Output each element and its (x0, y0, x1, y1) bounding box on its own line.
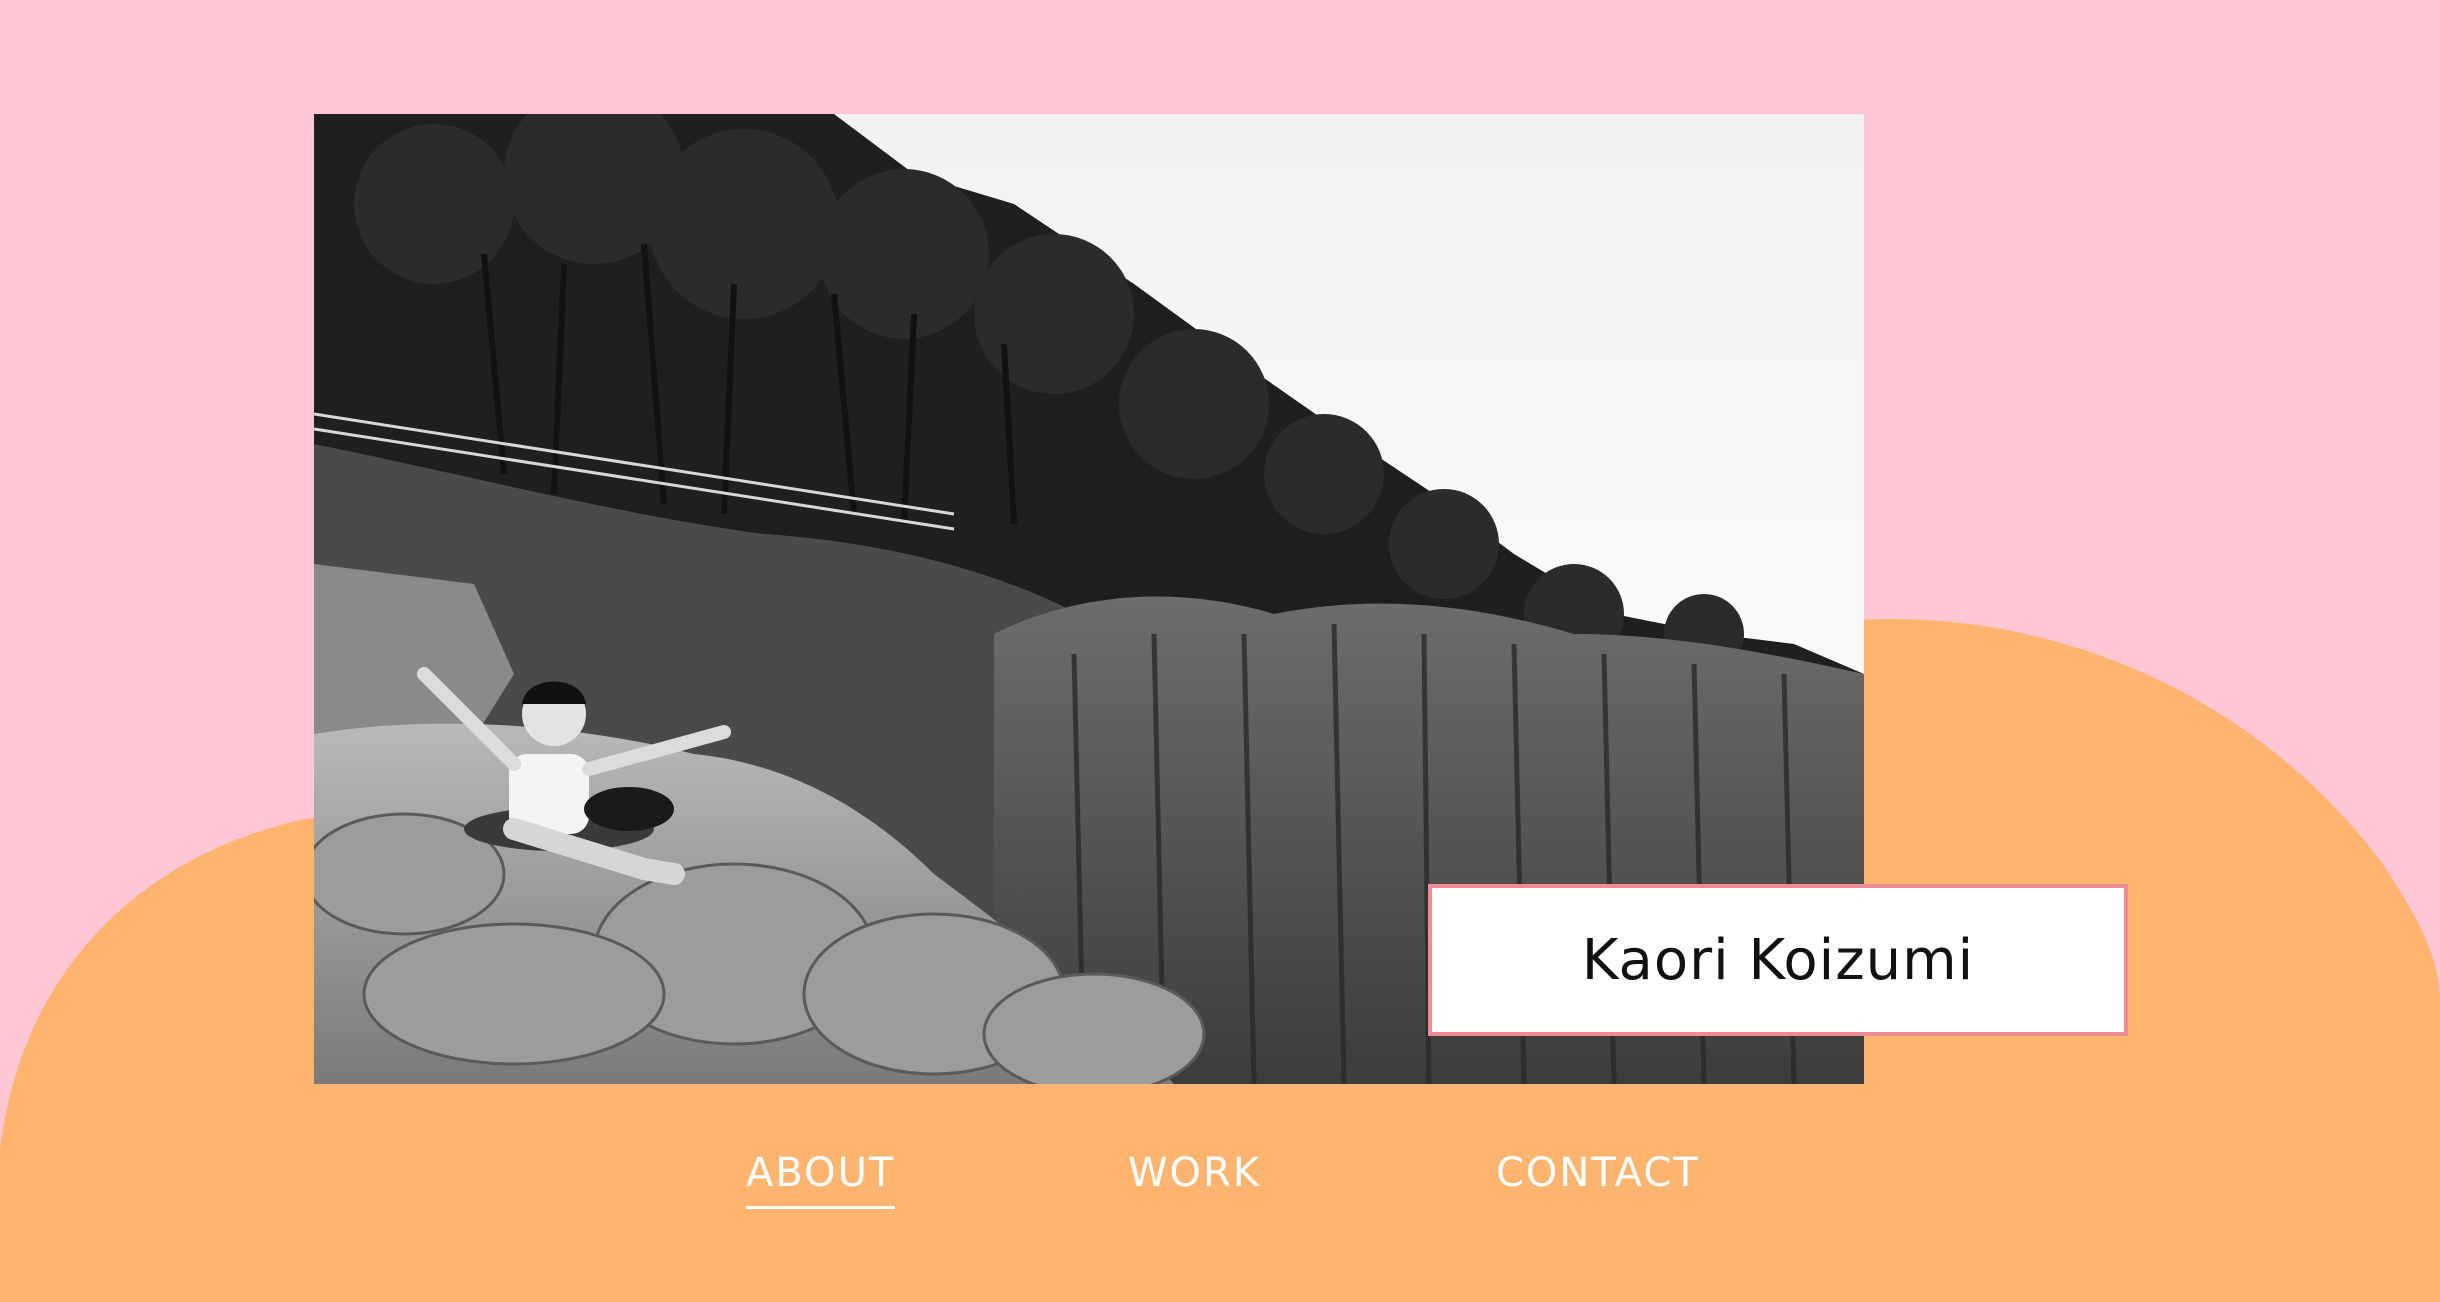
nav-item-contact[interactable]: CONTACT (1496, 1150, 1700, 1206)
site-owner-name: Kaori Koizumi (1581, 927, 1975, 993)
name-card: Kaori Koizumi (1428, 884, 2128, 1036)
nav-item-work[interactable]: WORK (1128, 1150, 1261, 1206)
nav-item-about[interactable]: ABOUT (746, 1150, 896, 1209)
main-nav: ABOUT WORK CONTACT (0, 1150, 2440, 1210)
